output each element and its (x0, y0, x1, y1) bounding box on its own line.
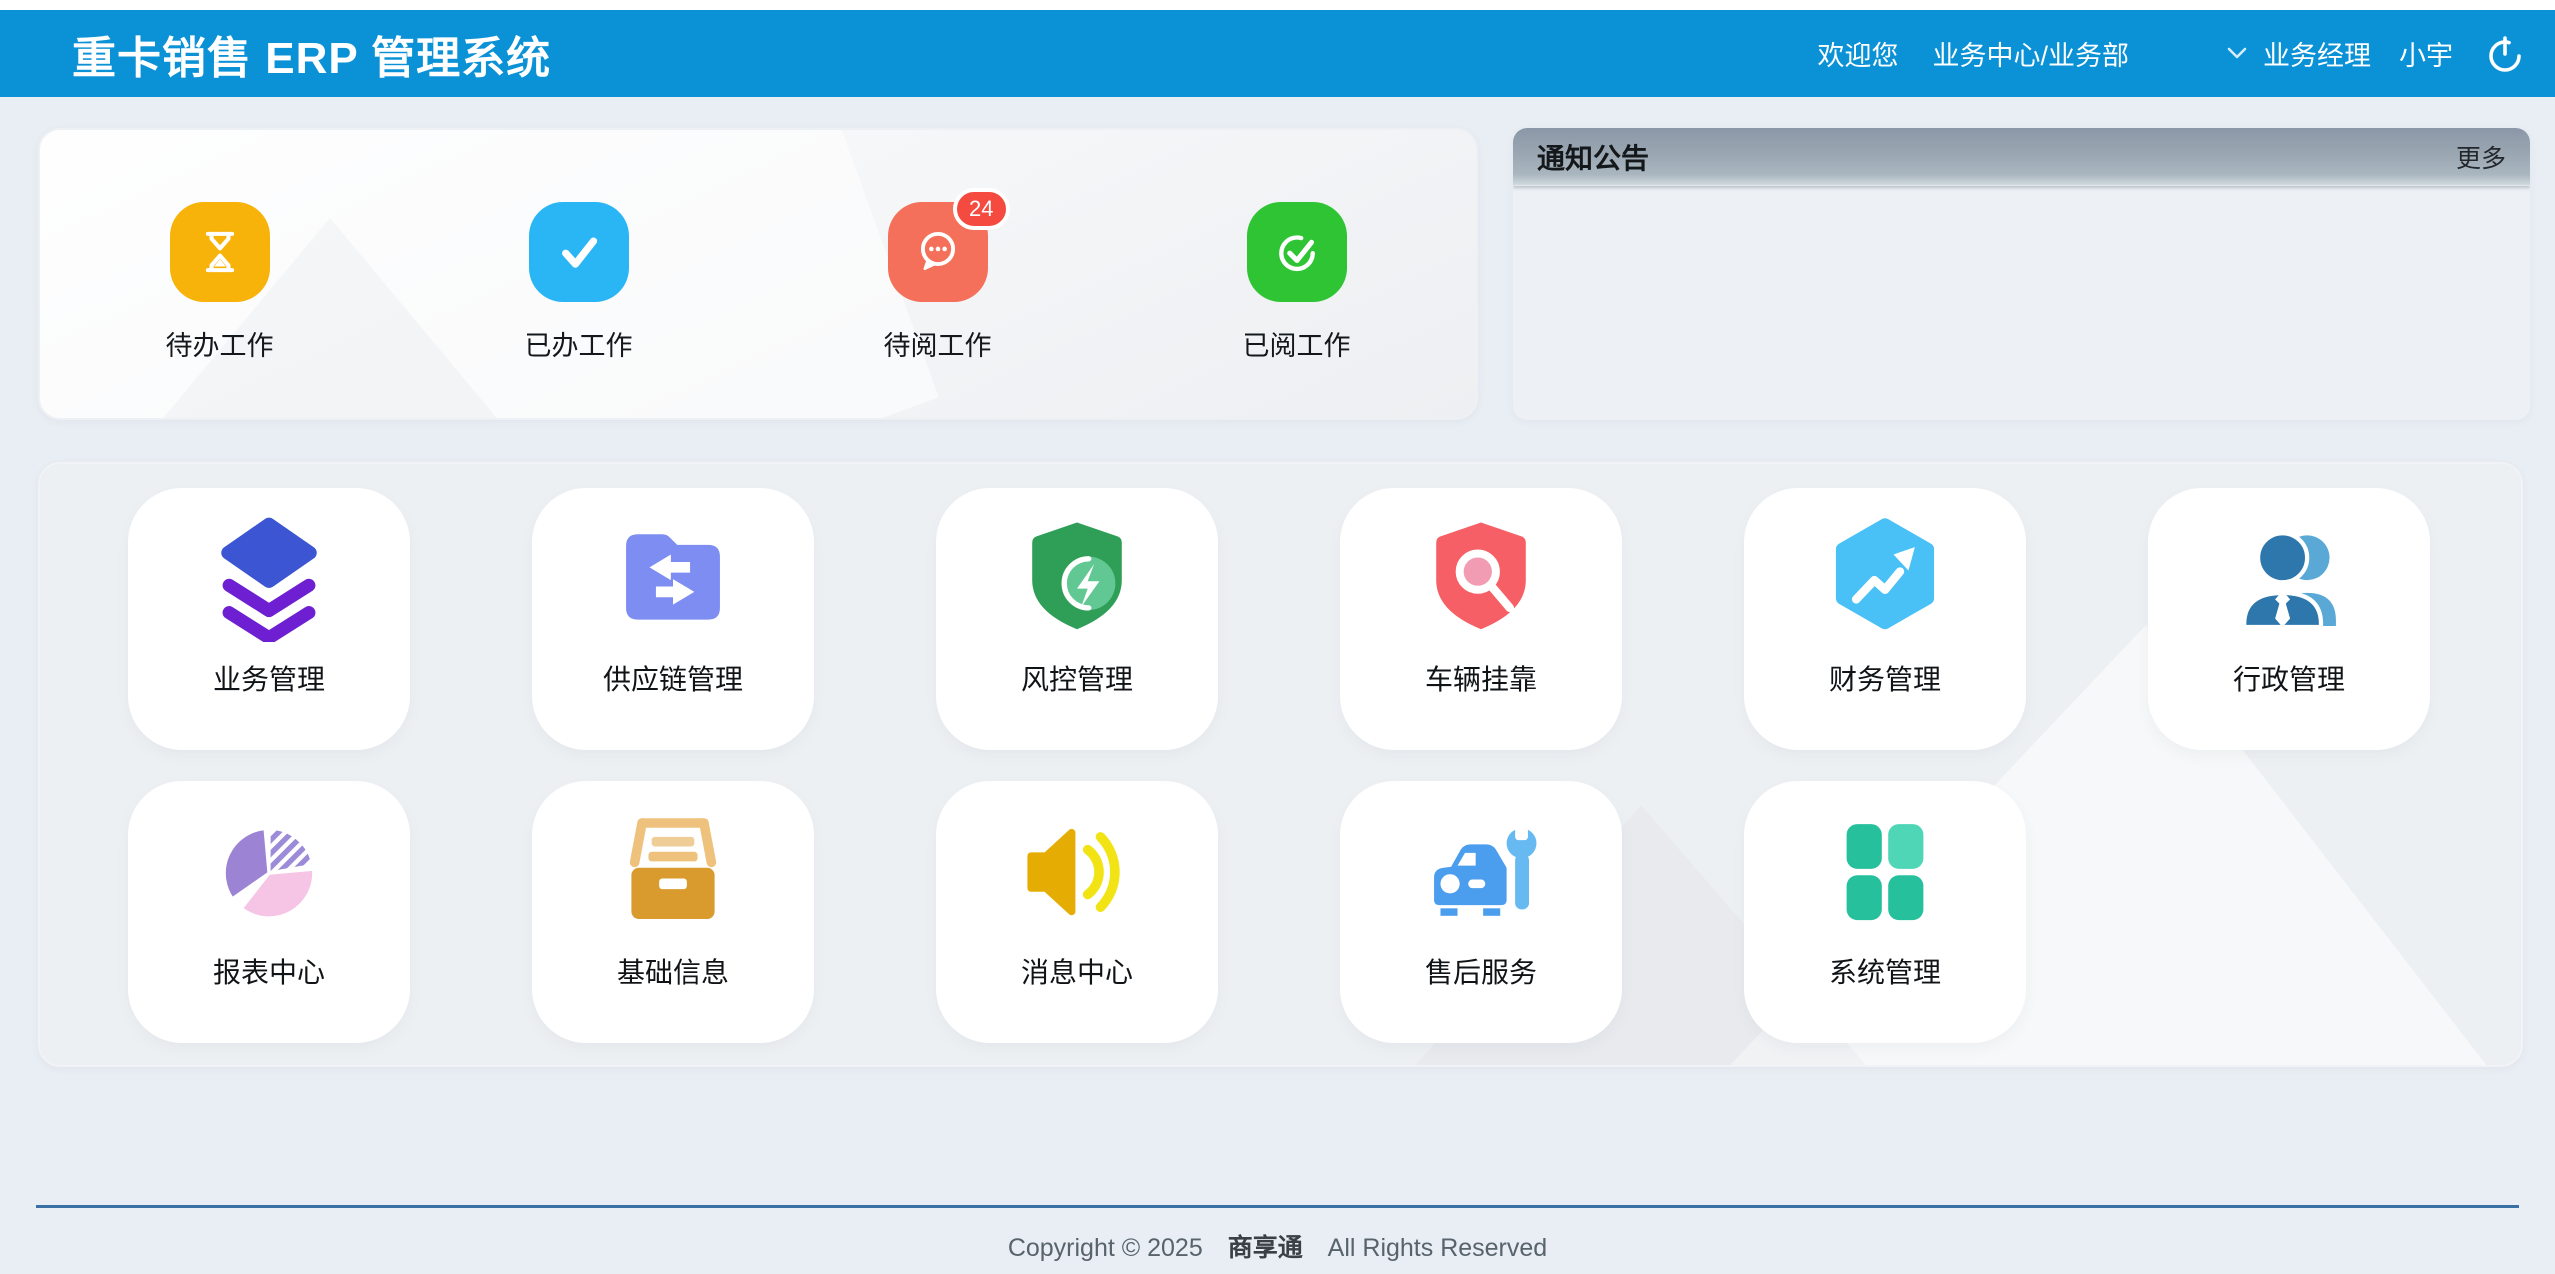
archive-box-icon (609, 807, 737, 935)
department-text: 业务中心/业务部 (1932, 34, 2129, 73)
module-card-report-center[interactable]: 报表中心 (128, 781, 410, 1043)
grid-icon (1821, 807, 1949, 935)
unread-count-badge: 24 (953, 188, 1009, 230)
notice-title: 通知公告 (1537, 137, 1649, 177)
shortcut-label: 已办工作 (525, 324, 633, 363)
module-label: 消息中心 (1021, 951, 1133, 991)
module-label: 供应链管理 (603, 658, 743, 698)
module-card-business[interactable]: 业务管理 (128, 488, 410, 750)
module-card-basic-info[interactable]: 基础信息 (532, 781, 814, 1043)
shield-search-icon (1417, 514, 1545, 642)
hexagon-trend-icon (1821, 514, 1949, 642)
module-label: 报表中心 (213, 951, 325, 991)
copyright-prefix: Copyright © 2025 (1008, 1234, 1203, 1262)
shortcut-label: 待阅工作 (884, 324, 992, 363)
module-card-after-sales[interactable]: 售后服务 (1340, 781, 1622, 1043)
module-label: 风控管理 (1021, 658, 1133, 698)
module-label: 财务管理 (1829, 658, 1941, 698)
welcome-text: 欢迎您 (1817, 34, 1898, 73)
module-card-risk-control[interactable]: 风控管理 (936, 488, 1218, 750)
shortcut-read-work[interactable]: 已阅工作 (1117, 202, 1476, 363)
module-label: 基础信息 (617, 951, 729, 991)
hourglass-icon (191, 223, 249, 281)
pie-chart-icon (205, 807, 333, 935)
user-name: 小宇 (2399, 34, 2453, 73)
module-card-vehicle-affiliation[interactable]: 车辆挂靠 (1340, 488, 1622, 750)
check-icon (550, 223, 608, 281)
module-card-supply-chain[interactable]: 供应链管理 (532, 488, 814, 750)
company-name: 商享通 (1228, 1234, 1303, 1262)
copyright-text: Copyright © 2025 商享通 All Rights Reserved (0, 1228, 2555, 1264)
chat-bubble-icon (909, 223, 967, 281)
shortcut-todo-work[interactable]: 待办工作 (40, 202, 399, 363)
speaker-icon (1013, 807, 1141, 935)
layers-icon (205, 514, 333, 642)
module-label: 售后服务 (1425, 951, 1537, 991)
work-shortcuts-panel: 待办工作 已办工作 24 待阅工作 (38, 128, 1478, 420)
users-icon (2225, 514, 2353, 642)
modules-panel: 业务管理 供应链管理 风控管理 车辆挂靠 (38, 462, 2523, 1067)
module-card-message-center[interactable]: 消息中心 (936, 781, 1218, 1043)
module-label: 行政管理 (2233, 658, 2345, 698)
notice-panel-header: 通知公告 更多 (1513, 128, 2530, 186)
module-label: 车辆挂靠 (1425, 658, 1537, 698)
car-wrench-icon (1417, 807, 1545, 935)
logout-button[interactable] (2483, 32, 2527, 76)
notice-list-empty (1513, 186, 2530, 420)
shortcut-toread-work[interactable]: 24 待阅工作 (758, 202, 1117, 363)
notice-panel: 通知公告 更多 (1513, 128, 2530, 420)
chevron-down-icon (2225, 46, 2249, 62)
power-icon (2483, 32, 2527, 76)
copyright-suffix: All Rights Reserved (1328, 1234, 1548, 1262)
app-header: 重卡销售 ERP 管理系统 欢迎您 业务中心/业务部 业务经理 小宇 (0, 10, 2555, 97)
shield-bolt-icon (1013, 514, 1141, 642)
module-label: 业务管理 (213, 658, 325, 698)
module-card-finance[interactable]: 财务管理 (1744, 488, 2026, 750)
module-label: 系统管理 (1829, 951, 1941, 991)
module-card-system-admin[interactable]: 系统管理 (1744, 781, 2026, 1043)
shortcut-done-work[interactable]: 已办工作 (399, 202, 758, 363)
shortcut-label: 待办工作 (166, 324, 274, 363)
check-circle-icon (1268, 223, 1326, 281)
footer-divider (36, 1205, 2519, 1208)
shortcut-label: 已阅工作 (1243, 324, 1351, 363)
notice-more-link[interactable]: 更多 (2456, 139, 2506, 175)
app-title: 重卡销售 ERP 管理系统 (72, 22, 551, 86)
user-menu[interactable]: 业务经理 小宇 (2225, 34, 2483, 73)
folder-transfer-icon (609, 514, 737, 642)
module-card-administration[interactable]: 行政管理 (2148, 488, 2430, 750)
user-role: 业务经理 (2263, 34, 2371, 73)
